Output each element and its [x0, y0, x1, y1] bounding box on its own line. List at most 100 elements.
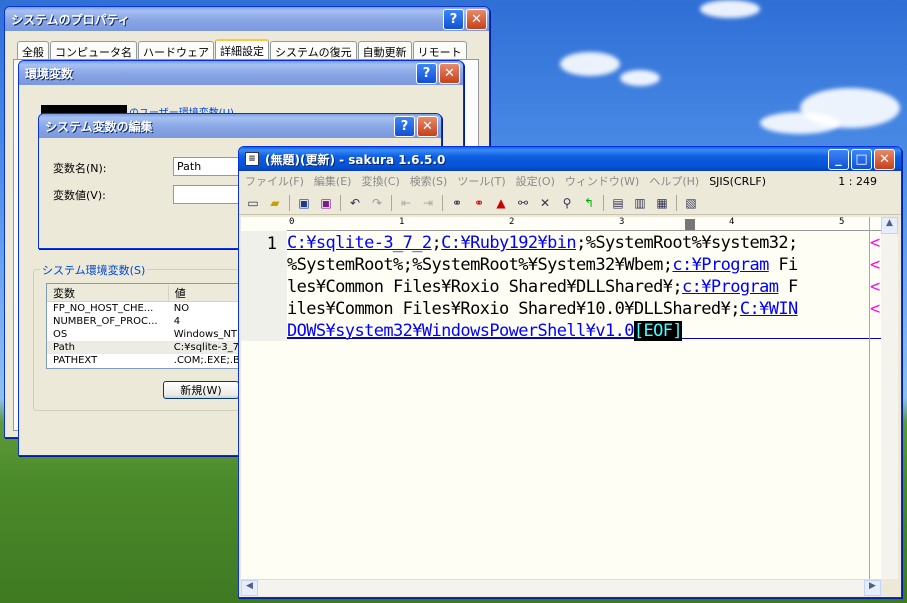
menu-help[interactable]: ヘルプ(H)	[649, 173, 699, 189]
undo-icon[interactable]: ↶	[347, 195, 363, 211]
ruler-mark: 3	[619, 217, 625, 227]
horizontal-scrollbar[interactable]: ◀ ▶	[241, 579, 881, 596]
menu-convert[interactable]: 変換(C)	[361, 173, 399, 189]
replace-icon[interactable]: ⚯	[515, 195, 531, 211]
separator	[340, 194, 341, 211]
forward-icon[interactable]: ⇥	[420, 195, 436, 211]
find-prev-icon[interactable]: ▲	[493, 195, 509, 211]
code-seg: ;	[431, 233, 442, 253]
outline-icon[interactable]: ▤	[610, 195, 626, 211]
eof-marker: [EOF]	[633, 321, 683, 341]
text-area[interactable]: 0 1 2 3 4 5 1 C:¥sqlite-3_7_2;C:¥Ruby192…	[241, 217, 881, 579]
jump-icon[interactable]: ↰	[581, 195, 597, 211]
menu-settings[interactable]: 設定(O)	[516, 173, 555, 189]
window-title: (無題)(更新) - sakura 1.6.5.0	[265, 152, 446, 167]
table-row[interactable]: Path C:¥sqlite-3_7_	[47, 341, 245, 354]
save-all-icon[interactable]: ▣	[318, 195, 334, 211]
var-name: Path	[53, 342, 75, 353]
close-button[interactable]: ✕	[466, 9, 487, 30]
ruler-mark: 0	[289, 217, 295, 227]
type-icon[interactable]: ▥	[632, 195, 648, 211]
code-seg: F	[778, 277, 798, 297]
close-button[interactable]: ✕	[874, 149, 895, 170]
code-seg: %SystemRoot%;%SystemRoot%¥System32¥Wbem;	[287, 255, 673, 275]
code-seg: c:¥Program	[672, 255, 769, 275]
maximize-button[interactable]: □	[851, 149, 872, 170]
table-row[interactable]: FP_NO_HOST_CHE... NO	[47, 302, 245, 315]
help-button[interactable]: ?	[443, 9, 464, 30]
ruler-cursor	[685, 219, 695, 230]
sakura-titlebar[interactable]: ≡ (無題)(更新) - sakura 1.6.5.0 _ □ ✕	[239, 147, 901, 171]
bookmark-icon[interactable]: ⚲	[559, 195, 575, 211]
wrap-marker: <	[870, 299, 880, 319]
cursor-position: 1 : 249	[838, 174, 877, 188]
separator	[391, 194, 392, 211]
var-name-label: 変数名(N):	[53, 162, 107, 175]
separator	[603, 194, 604, 211]
close-button[interactable]: ✕	[417, 116, 438, 137]
size-grip[interactable]	[881, 579, 898, 596]
open-icon[interactable]: ▰	[267, 195, 283, 211]
menu-search[interactable]: 検索(S)	[410, 173, 448, 189]
editvar-titlebar[interactable]: システム変数の編集 ? ✕	[39, 114, 441, 138]
font-icon[interactable]: ▧	[683, 195, 699, 211]
menu-edit[interactable]: 編集(E)	[314, 173, 352, 189]
window-title: システムのプロパティ	[11, 12, 130, 27]
code-seg: les¥Common Files¥Roxio Shared¥DLLShared¥…	[287, 277, 683, 297]
table-row[interactable]: PATHEXT .COM;.EXE;.BA	[47, 354, 245, 367]
back-icon[interactable]: ⇤	[398, 195, 414, 211]
code-seg: C:¥Ruby192¥bin	[441, 233, 577, 253]
minimize-button[interactable]: _	[828, 149, 849, 170]
scroll-left-icon[interactable]: ◀	[241, 580, 258, 596]
system-vars-list[interactable]: 変数 値 FP_NO_HOST_CHE... NO NUMBER_OF_PROC…	[46, 283, 246, 369]
grep-icon[interactable]: ✕	[537, 195, 553, 211]
ruler-mark: 1	[399, 217, 405, 227]
find-icon[interactable]: ⚭	[449, 195, 465, 211]
find-next-icon[interactable]: ⚭	[471, 195, 487, 211]
menu-tools[interactable]: ツール(T)	[457, 173, 505, 189]
menu-file[interactable]: ファイル(F)	[245, 173, 304, 189]
var-name: OS	[53, 329, 68, 340]
table-row[interactable]: NUMBER_OF_PROC... 4	[47, 315, 245, 328]
settings-icon[interactable]: ▦	[654, 195, 670, 211]
col-variable-header[interactable]: 変数	[47, 285, 168, 301]
window-title: システム変数の編集	[45, 119, 153, 134]
app-icon: ≡	[245, 152, 259, 166]
vertical-scrollbar[interactable]: ▲	[881, 217, 898, 579]
scroll-up-icon[interactable]: ▲	[881, 217, 898, 234]
wrap-marker: <	[870, 255, 880, 275]
system-vars-label: システム環境変数(S)	[40, 262, 148, 278]
system-properties-titlebar[interactable]: システムのプロパティ ? ✕	[5, 7, 489, 31]
scroll-right-icon[interactable]: ▶	[864, 580, 881, 596]
cloud	[560, 52, 620, 76]
envvars-titlebar[interactable]: 環境変数 ? ✕	[19, 61, 463, 85]
help-button[interactable]: ?	[416, 63, 437, 84]
var-value-label: 変数値(V):	[53, 189, 106, 202]
col-value-header[interactable]: 値	[167, 284, 245, 301]
var-value: 4	[173, 316, 181, 327]
wrap-marker: <	[870, 277, 880, 297]
new-icon[interactable]: ▭	[245, 195, 261, 211]
code-line: C:¥sqlite-3_7_2;C:¥Ruby192¥bin;%SystemRo…	[287, 233, 798, 253]
code-seg: C:¥WIN	[739, 299, 798, 319]
separator	[676, 194, 677, 211]
code-line: les¥Common Files¥Roxio Shared¥DLLShared¥…	[287, 277, 798, 297]
cloud	[620, 70, 660, 86]
var-value: .COM;.EXE;.BA	[173, 355, 245, 366]
var-value: NO	[173, 303, 190, 314]
new-button[interactable]: 新規(W)	[163, 381, 239, 399]
table-row[interactable]: OS Windows_NT	[47, 328, 245, 341]
separator	[289, 194, 290, 211]
menu-window[interactable]: ウィンドウ(W)	[565, 173, 639, 189]
code-line: iles¥Common Files¥Roxio Shared¥10.0¥DLLS…	[287, 299, 798, 319]
help-button[interactable]: ?	[394, 116, 415, 137]
code-line: DOWS¥system32¥WindowsPowerShell¥v1.0[EOF…	[287, 321, 683, 341]
save-icon[interactable]: ▣	[296, 195, 312, 211]
sakura-editor-window: ≡ (無題)(更新) - sakura 1.6.5.0 _ □ ✕ ファイル(F…	[238, 146, 902, 598]
var-value: C:¥sqlite-3_7_	[173, 342, 244, 353]
menu-bar: ファイル(F) 編集(E) 変換(C) 検索(S) ツール(T) 設定(O) ウ…	[239, 171, 901, 191]
code-seg: Fi	[768, 255, 798, 275]
close-button[interactable]: ✕	[439, 63, 460, 84]
redo-icon[interactable]: ↷	[369, 195, 385, 211]
var-name: FP_NO_HOST_CHE...	[53, 303, 154, 314]
